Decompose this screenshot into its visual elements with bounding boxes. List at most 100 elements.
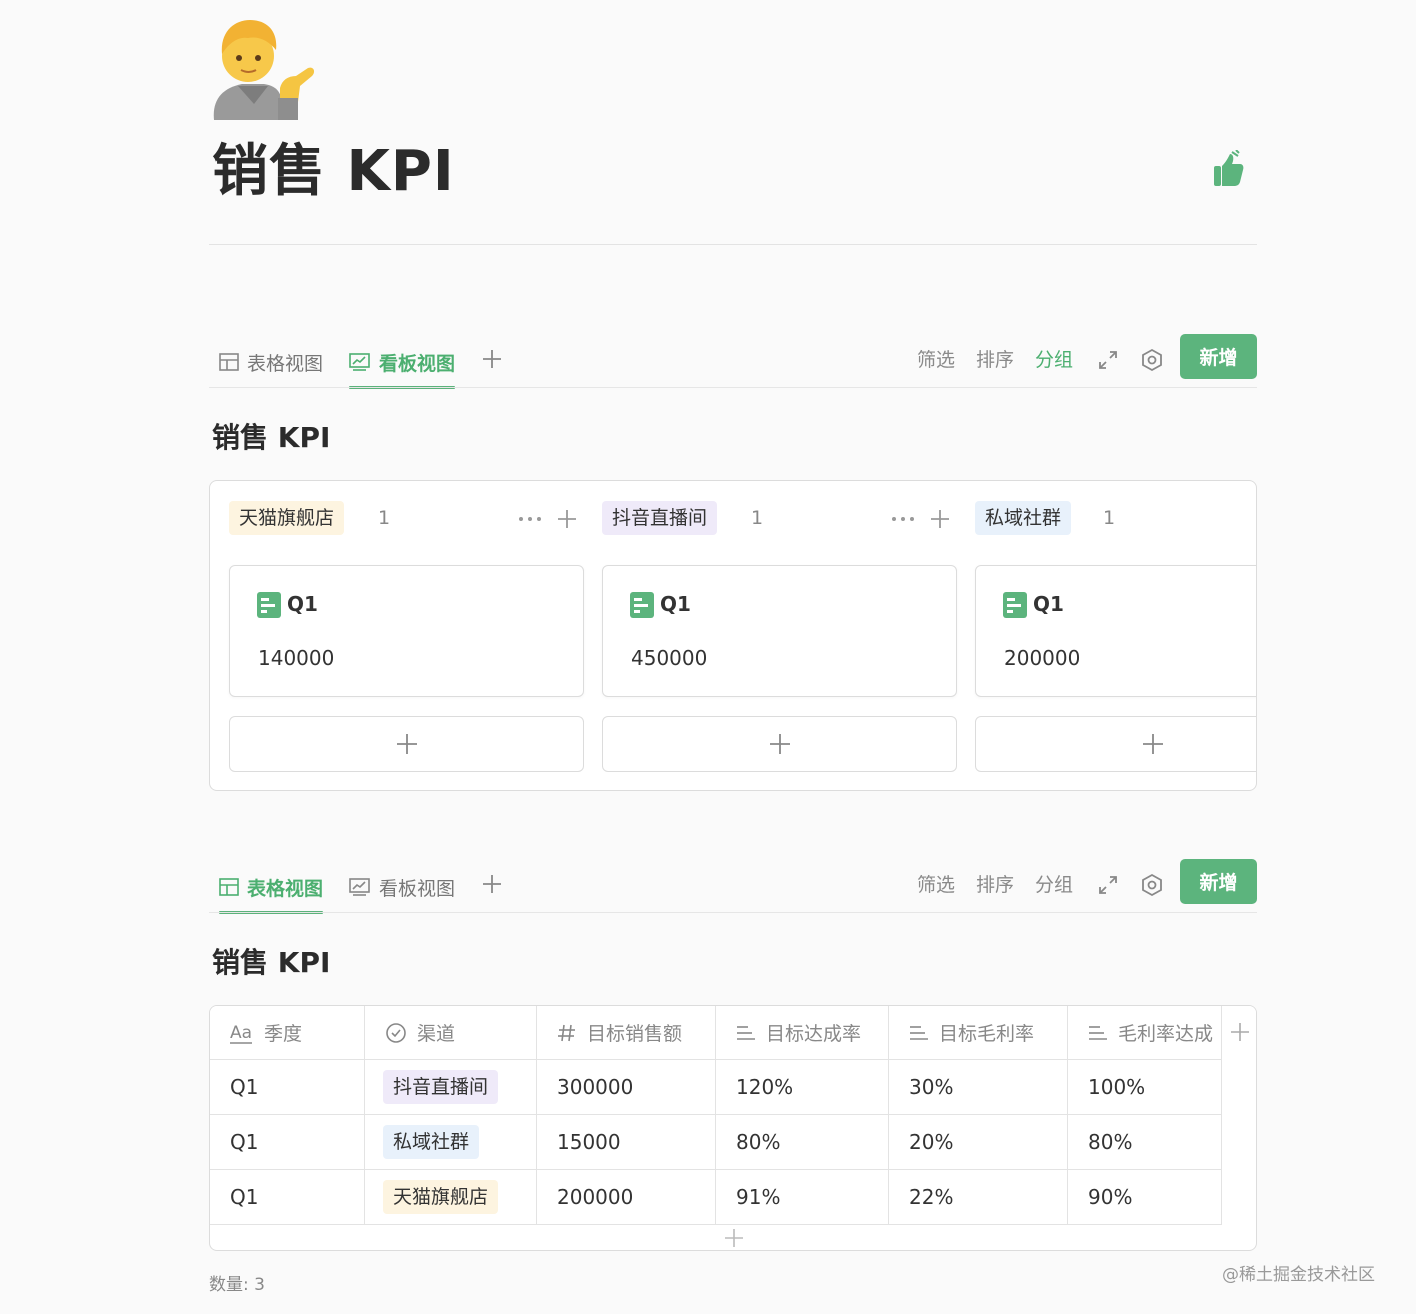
kanban-column: 私域社群 1 Q1 200000 — [975, 481, 1256, 790]
cell-channel[interactable]: 天猫旗舰店 — [365, 1170, 537, 1225]
cell-quarter[interactable]: Q1 — [210, 1115, 365, 1170]
card-value: 140000 — [258, 646, 335, 670]
cell-target-rate[interactable]: 91% — [716, 1170, 889, 1225]
add-column-icon[interactable] — [1228, 1020, 1252, 1044]
table-row[interactable]: Q1 抖音直播间 300000 120% 30% 100% — [210, 1060, 1256, 1115]
more-options-icon[interactable] — [890, 507, 916, 531]
tab-label: 表格视图 — [247, 352, 324, 375]
kanban-column-header: 抖音直播间 1 — [602, 501, 958, 535]
kanban-card[interactable]: Q1 140000 — [229, 565, 584, 697]
settings-icon[interactable] — [1140, 348, 1164, 372]
cell-margin-rate[interactable]: 80% — [1068, 1115, 1222, 1170]
channel-tag: 天猫旗舰店 — [383, 1180, 499, 1214]
column-count: 1 — [378, 507, 391, 529]
document-icon — [257, 592, 281, 618]
column-count: 1 — [1103, 507, 1116, 529]
cell-margin-rate[interactable]: 90% — [1068, 1170, 1222, 1225]
page: 销售 KPI 表格视图 看板视图 筛选 排序 分组 新增 销售 KPI 天猫旗舰… — [0, 0, 1416, 1314]
tab-table-view[interactable]: 表格视图 — [219, 865, 324, 914]
column-header-label: 目标销售额 — [587, 1023, 683, 1045]
card-title: Q1 — [287, 592, 318, 616]
formula-lines-icon — [910, 1025, 928, 1040]
cell-target-margin[interactable]: 22% — [889, 1170, 1068, 1225]
add-card-icon[interactable] — [928, 507, 952, 531]
more-options-icon[interactable] — [517, 507, 543, 531]
column-count: 1 — [751, 507, 764, 529]
svg-text:Aa: Aa — [230, 1023, 252, 1043]
person-tipping-hand-emoji[interactable] — [208, 14, 316, 120]
cell-target-rate[interactable]: 120% — [716, 1060, 889, 1115]
column-header-quarter[interactable]: Aa 季度 — [210, 1006, 365, 1060]
column-header-label: 目标毛利率 — [939, 1023, 1035, 1045]
add-row-button[interactable] — [210, 1224, 1256, 1250]
thumbs-up-icon[interactable] — [1208, 150, 1248, 190]
cell-target-sales[interactable]: 200000 — [537, 1170, 716, 1225]
table-grid-icon — [219, 353, 239, 371]
watermark: @稀土掘金技术社区 — [1222, 1265, 1375, 1285]
board-icon — [349, 353, 370, 371]
kanban-column-header: 私域社群 1 — [975, 501, 1256, 535]
kanban-column: 天猫旗舰店 1 Q1 140000 — [229, 481, 585, 790]
group-button[interactable]: 分组 — [1035, 340, 1073, 380]
column-header-target-sales[interactable]: 目标销售额 — [537, 1006, 716, 1060]
tab-table-view[interactable]: 表格视图 — [219, 340, 323, 384]
table-header-row: Aa 季度 渠道 目标销售额 目标达成率 目标毛利率 毛利率达成 — [210, 1006, 1256, 1060]
table-row[interactable]: Q1 天猫旗舰店 200000 91% 22% 90% — [210, 1170, 1256, 1225]
add-card-button[interactable] — [602, 716, 957, 772]
cell-target-sales[interactable]: 300000 — [537, 1060, 716, 1115]
data-table: Aa 季度 渠道 目标销售额 目标达成率 目标毛利率 毛利率达成 Q1 抖音直播… — [209, 1005, 1257, 1251]
add-view-icon[interactable] — [479, 346, 505, 372]
tab-label: 表格视图 — [247, 877, 324, 900]
cell-target-margin[interactable]: 20% — [889, 1115, 1068, 1170]
column-header-label: 季度 — [264, 1023, 303, 1045]
tab-board-view[interactable]: 看板视图 — [349, 865, 455, 909]
kanban-card[interactable]: Q1 450000 — [602, 565, 957, 697]
table-grid-icon — [219, 878, 239, 896]
cell-target-margin[interactable]: 30% — [889, 1060, 1068, 1115]
cell-channel[interactable]: 私域社群 — [365, 1115, 537, 1170]
cell-target-rate[interactable]: 80% — [716, 1115, 889, 1170]
column-header-label: 目标达成率 — [766, 1023, 862, 1045]
toolbar-divider — [209, 912, 1257, 913]
cell-quarter[interactable]: Q1 — [210, 1170, 365, 1225]
column-header-channel[interactable]: 渠道 — [365, 1006, 537, 1060]
column-header-target-rate[interactable]: 目标达成率 — [716, 1006, 889, 1060]
plus-icon — [769, 734, 790, 754]
new-record-button[interactable]: 新增 — [1180, 859, 1257, 904]
cell-target-sales[interactable]: 15000 — [537, 1115, 716, 1170]
table-view-toolbar: 表格视图 看板视图 筛选 排序 分组 新增 — [209, 857, 1257, 914]
cell-margin-rate[interactable]: 100% — [1068, 1060, 1222, 1115]
expand-icon[interactable] — [1096, 873, 1120, 897]
plus-icon — [396, 734, 417, 754]
check-circle-icon — [386, 1022, 406, 1043]
group-button[interactable]: 分组 — [1035, 865, 1073, 905]
table-row[interactable]: Q1 私域社群 15000 80% 20% 80% — [210, 1115, 1256, 1170]
formula-lines-icon — [737, 1025, 755, 1040]
column-header-margin-rate[interactable]: 毛利率达成 — [1068, 1006, 1222, 1060]
kanban-column: 抖音直播间 1 Q1 450000 — [602, 481, 958, 790]
sort-button[interactable]: 排序 — [976, 865, 1014, 905]
add-card-icon[interactable] — [555, 507, 579, 531]
card-value: 450000 — [631, 646, 708, 670]
kanban-card[interactable]: Q1 200000 — [975, 565, 1256, 697]
add-card-button[interactable] — [975, 716, 1256, 772]
new-record-button[interactable]: 新增 — [1180, 334, 1257, 379]
add-view-icon[interactable] — [479, 871, 505, 897]
tab-board-view[interactable]: 看板视图 — [349, 340, 456, 389]
filter-button[interactable]: 筛选 — [917, 865, 955, 905]
cell-channel[interactable]: 抖音直播间 — [365, 1060, 537, 1115]
column-header-target-margin[interactable]: 目标毛利率 — [889, 1006, 1068, 1060]
settings-icon[interactable] — [1140, 873, 1164, 897]
sort-button[interactable]: 排序 — [976, 340, 1014, 380]
filter-button[interactable]: 筛选 — [917, 340, 955, 380]
column-header-label: 渠道 — [417, 1023, 456, 1045]
channel-tag: 私域社群 — [383, 1125, 480, 1159]
cell-quarter[interactable]: Q1 — [210, 1060, 365, 1115]
kanban-view-toolbar: 表格视图 看板视图 筛选 排序 分组 新增 — [209, 332, 1257, 389]
channel-tag: 抖音直播间 — [383, 1070, 499, 1104]
add-card-button[interactable] — [229, 716, 584, 772]
toolbar-divider — [209, 387, 1257, 388]
plus-icon — [1142, 734, 1163, 754]
document-icon — [630, 592, 654, 618]
expand-icon[interactable] — [1096, 348, 1120, 372]
